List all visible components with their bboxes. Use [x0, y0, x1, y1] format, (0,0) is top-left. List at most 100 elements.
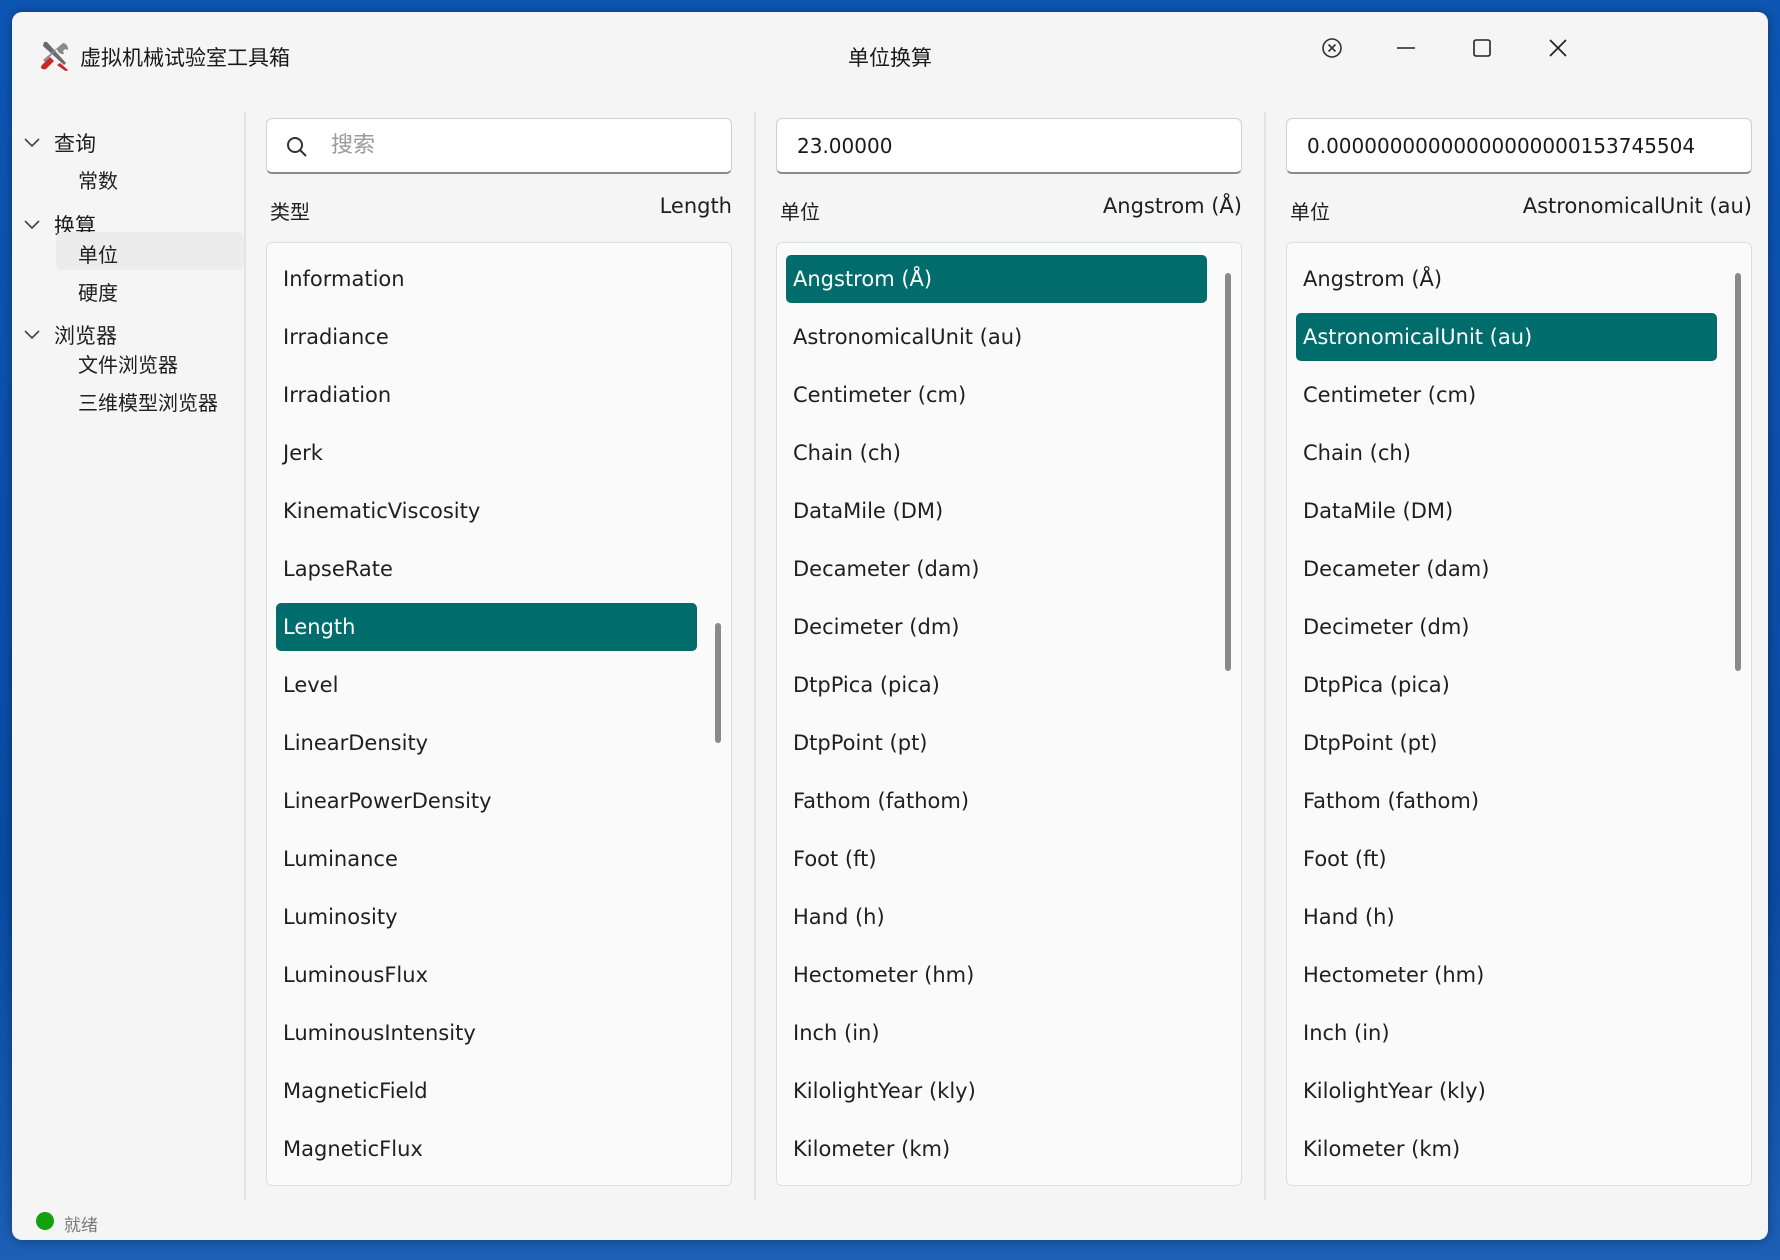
close-button[interactable]: [1530, 26, 1586, 70]
list-item-label: Centimeter (cm): [1303, 383, 1477, 407]
list-item[interactable]: Centimeter (cm): [1287, 365, 1751, 423]
quantity-type-list[interactable]: Information Irradiance Irradiation Jerk Kine…: [266, 242, 732, 1186]
list-item[interactable]: LapseRate: [267, 539, 731, 597]
list-item[interactable]: DtpPoint (pt): [1287, 713, 1751, 771]
list-item[interactable]: LuminousIntensity: [267, 1003, 731, 1061]
nav-item-hardness[interactable]: 硬度: [56, 270, 244, 308]
list-item[interactable]: Inch (in): [777, 1003, 1241, 1061]
list-item-label: Luminance: [283, 847, 398, 871]
result-output[interactable]: [1287, 119, 1751, 172]
list-item-label: DtpPica (pica): [1303, 673, 1450, 697]
list-item-label: Jerk: [283, 441, 323, 465]
value-input[interactable]: [777, 119, 1241, 172]
selected-type-value: Length: [659, 194, 732, 218]
source-unit-list[interactable]: Angstrom (Å) AstronomicalUnit (au) Centime…: [776, 242, 1242, 1186]
list-item[interactable]: Fathom (fathom): [777, 771, 1241, 829]
title-bar[interactable]: 虚拟机械试验室工具箱 单位换算: [12, 12, 1768, 92]
list-item-label: AstronomicalUnit (au): [1303, 325, 1533, 349]
target-unit-column: 单位 AstronomicalUnit (au) Angstrom (Å) Ast…: [1286, 112, 1756, 1200]
list-item[interactable]: DataMile (DM): [777, 481, 1241, 539]
divider: [1264, 112, 1266, 1200]
list-item[interactable]: Information: [267, 249, 731, 307]
list-item[interactable]: LinearPowerDensity: [267, 771, 731, 829]
target-unit-list[interactable]: Angstrom (Å) AstronomicalUnit (au) Centime…: [1286, 242, 1752, 1186]
list-item[interactable]: Length: [267, 597, 731, 655]
minimize-button[interactable]: [1378, 26, 1434, 70]
source-unit-header-label: 单位: [780, 200, 820, 224]
list-item[interactable]: Centimeter (cm): [777, 365, 1241, 423]
nav-group-query[interactable]: 查询: [12, 124, 244, 160]
list-item[interactable]: Decimeter (dm): [1287, 597, 1751, 655]
value-input-box: [776, 118, 1242, 174]
list-item[interactable]: Chain (ch): [777, 423, 1241, 481]
list-item[interactable]: Irradiance: [267, 307, 731, 365]
list-item[interactable]: Foot (ft): [777, 829, 1241, 887]
list-item-label: Fathom (fathom): [793, 789, 970, 813]
type-header-label: 类型: [270, 200, 310, 224]
maximize-icon: [1473, 39, 1491, 57]
list-item[interactable]: Kilometer (km): [1287, 1119, 1751, 1177]
target-unit-header-label: 单位: [1290, 200, 1330, 224]
list-item[interactable]: Decameter (dam): [777, 539, 1241, 597]
scrollbar[interactable]: [715, 623, 721, 743]
nav-item-3d-model-browser[interactable]: 三维模型浏览器: [56, 380, 244, 418]
list-item[interactable]: Level: [267, 655, 731, 713]
list-item[interactable]: LuminousFlux: [267, 945, 731, 1003]
maximize-button[interactable]: [1454, 26, 1510, 70]
list-item[interactable]: KilolightYear (kly): [1287, 1061, 1751, 1119]
source-unit-column: 单位 Angstrom (Å) Angstrom (Å) Astronomical…: [776, 112, 1246, 1200]
list-item[interactable]: Luminosity: [267, 887, 731, 945]
list-item-label: Decameter (dam): [1303, 557, 1490, 581]
search-input[interactable]: [267, 119, 731, 172]
list-item-label: Hand (h): [793, 905, 885, 929]
list-item-label: LuminousIntensity: [283, 1021, 476, 1045]
list-item[interactable]: Irradiation: [267, 365, 731, 423]
nav-item-file-browser[interactable]: 文件浏览器: [56, 342, 244, 380]
list-item-label: Chain (ch): [1303, 441, 1411, 465]
list-item[interactable]: AstronomicalUnit (au): [777, 307, 1241, 365]
list-item[interactable]: DataMile (DM): [1287, 481, 1751, 539]
list-item[interactable]: DtpPica (pica): [777, 655, 1241, 713]
chevron-down-icon: [24, 330, 40, 340]
list-item[interactable]: KilolightYear (kly): [777, 1061, 1241, 1119]
list-item[interactable]: LinearDensity: [267, 713, 731, 771]
list-item[interactable]: Decimeter (dm): [777, 597, 1241, 655]
list-item-label: MagneticField: [283, 1079, 428, 1103]
list-item[interactable]: KinematicViscosity: [267, 481, 731, 539]
type-items: Information Irradiance Irradiation Jerk Kine…: [267, 249, 731, 1185]
list-item[interactable]: Jerk: [267, 423, 731, 481]
list-item-label: KinematicViscosity: [283, 499, 481, 523]
list-item[interactable]: Kiloparsec (kpc): [777, 1177, 1241, 1185]
list-item-label: DtpPica (pica): [793, 673, 940, 697]
scrollbar[interactable]: [1735, 273, 1741, 671]
nav-item-units[interactable]: 单位: [56, 232, 244, 270]
divider: [754, 112, 756, 1200]
list-item[interactable]: Hectometer (hm): [1287, 945, 1751, 1003]
list-item[interactable]: Hand (h): [1287, 887, 1751, 945]
list-item[interactable]: Luminance: [267, 829, 731, 887]
list-item[interactable]: Fathom (fathom): [1287, 771, 1751, 829]
list-item[interactable]: Angstrom (Å): [1287, 249, 1751, 307]
list-item-label: Irradiance: [283, 325, 389, 349]
list-item[interactable]: Magnetization: [267, 1177, 731, 1185]
list-item-label: Kilometer (km): [1303, 1137, 1461, 1161]
list-item[interactable]: MagneticFlux: [267, 1119, 731, 1177]
list-item[interactable]: Hand (h): [777, 887, 1241, 945]
app-window: 虚拟机械试验室工具箱 单位换算 查询 常数 换算 单位 硬度 浏览器 文件浏览器…: [12, 12, 1768, 1240]
list-item[interactable]: DtpPica (pica): [1287, 655, 1751, 713]
list-item[interactable]: DtpPoint (pt): [777, 713, 1241, 771]
list-item-label: LapseRate: [283, 557, 393, 581]
list-item[interactable]: Hectometer (hm): [777, 945, 1241, 1003]
scrollbar[interactable]: [1225, 273, 1231, 671]
list-item[interactable]: Angstrom (Å): [777, 249, 1241, 307]
list-item[interactable]: Inch (in): [1287, 1003, 1751, 1061]
list-item[interactable]: Foot (ft): [1287, 829, 1751, 887]
list-item[interactable]: AstronomicalUnit (au): [1287, 307, 1751, 365]
nav-item-constants[interactable]: 常数: [56, 158, 244, 196]
list-item[interactable]: Kiloparsec (kpc): [1287, 1177, 1751, 1185]
list-item[interactable]: Chain (ch): [1287, 423, 1751, 481]
list-item[interactable]: Decameter (dam): [1287, 539, 1751, 597]
close-circle-button[interactable]: [1304, 26, 1360, 70]
list-item[interactable]: Kilometer (km): [777, 1119, 1241, 1177]
list-item[interactable]: MagneticField: [267, 1061, 731, 1119]
